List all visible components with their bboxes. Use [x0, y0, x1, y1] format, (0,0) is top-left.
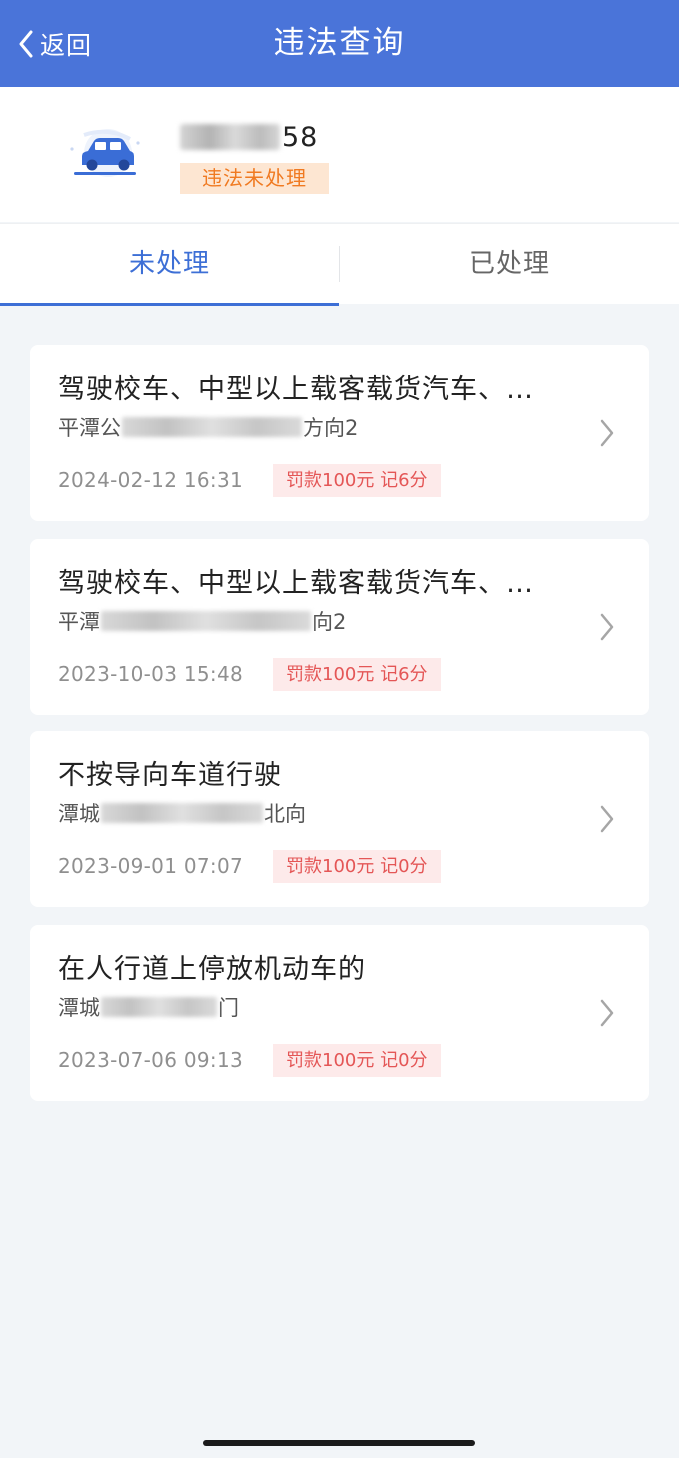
- violation-location: 平潭 向2: [58, 607, 346, 635]
- chevron-right-icon: [599, 419, 615, 447]
- chevron-right-icon: [599, 613, 615, 641]
- violation-title: 在人行道上停放机动车的: [58, 954, 366, 985]
- violation-title: 驾驶校车、中型以上载客载货汽车、…: [58, 374, 534, 405]
- plate-suffix: 58: [282, 121, 319, 153]
- location-prefix: 平潭: [58, 610, 100, 634]
- car-icon: [64, 125, 144, 183]
- plate-redacted: [180, 124, 280, 150]
- location-redacted: [101, 803, 263, 823]
- location-redacted: [122, 417, 302, 437]
- violation-location: 潭城 门: [58, 993, 239, 1021]
- violation-time: 2023-07-06 09:13: [58, 1048, 244, 1072]
- penalty-badge: 罚款100元 记6分: [273, 657, 441, 691]
- tab-active-indicator: [0, 303, 339, 306]
- violation-meta: 2023-10-03 15:48 罚款100元 记6分: [58, 657, 441, 691]
- location-redacted: [101, 997, 217, 1017]
- violation-card[interactable]: 驾驶校车、中型以上载客载货汽车、… 平潭 向2 2023-10-03 15:48…: [30, 539, 649, 715]
- location-suffix: 北向: [264, 802, 306, 826]
- status-badge: 违法未处理: [180, 163, 329, 194]
- penalty-badge: 罚款100元 记6分: [273, 463, 441, 497]
- violation-card[interactable]: 驾驶校车、中型以上载客载货汽车、… 平潭公 方向2 2024-02-12 16:…: [30, 345, 649, 521]
- violation-time: 2023-09-01 07:07: [58, 854, 244, 878]
- location-prefix: 潭城: [58, 802, 100, 826]
- violation-meta: 2024-02-12 16:31 罚款100元 记6分: [58, 463, 441, 497]
- penalty-badge: 罚款100元 记0分: [273, 1043, 441, 1077]
- violation-time: 2024-02-12 16:31: [58, 468, 244, 492]
- nav-bar: 返回 违法查询: [0, 0, 679, 87]
- violation-meta: 2023-09-01 07:07 罚款100元 记0分: [58, 849, 441, 883]
- page-title: 违法查询: [273, 25, 406, 61]
- violation-title: 驾驶校车、中型以上载客载货汽车、…: [58, 568, 534, 599]
- violation-meta: 2023-07-06 09:13 罚款100元 记0分: [58, 1043, 441, 1077]
- violation-location: 平潭公 方向2: [58, 413, 358, 441]
- location-suffix: 门: [218, 996, 239, 1020]
- location-prefix: 平潭公: [58, 416, 121, 440]
- violation-card[interactable]: 在人行道上停放机动车的 潭城 门 2023-07-06 09:13 罚款100元…: [30, 925, 649, 1101]
- tab-processed[interactable]: 已处理: [340, 224, 679, 304]
- location-redacted: [101, 611, 311, 631]
- location-suffix: 方向2: [303, 416, 359, 440]
- tab-unprocessed[interactable]: 未处理: [0, 224, 339, 304]
- tab-bar: 未处理 已处理: [0, 223, 679, 306]
- violation-title: 不按导向车道行驶: [58, 760, 282, 791]
- location-suffix: 向2: [312, 610, 347, 634]
- home-indicator[interactable]: [203, 1440, 475, 1446]
- vehicle-summary: 58 违法未处理: [0, 87, 679, 222]
- violation-card[interactable]: 不按导向车道行驶 潭城 北向 2023-09-01 07:07 罚款100元 记…: [30, 731, 649, 907]
- chevron-right-icon: [599, 805, 615, 833]
- penalty-badge: 罚款100元 记0分: [273, 849, 441, 883]
- violation-location: 潭城 北向: [58, 799, 306, 827]
- chevron-right-icon: [599, 999, 615, 1027]
- violation-time: 2023-10-03 15:48: [58, 662, 244, 686]
- license-plate: 58: [180, 119, 318, 155]
- location-prefix: 潭城: [58, 996, 100, 1020]
